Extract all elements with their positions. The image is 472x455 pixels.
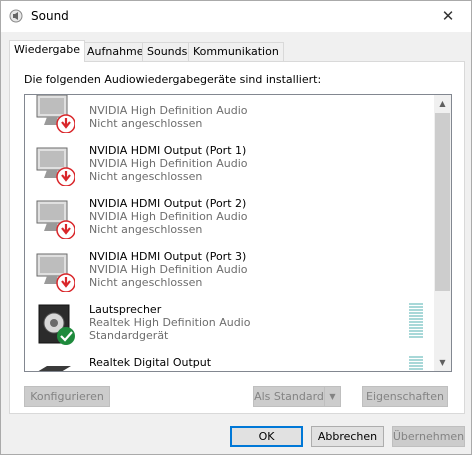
device-driver: NVIDIA High Definition Audio [89, 104, 248, 117]
properties-button-label: Eigenschaften [366, 390, 444, 403]
device-item[interactable]: NVIDIA HDMI Output (Port 1) NVIDIA High D… [25, 138, 435, 191]
sound-app-icon [9, 9, 23, 23]
scroll-up-arrow-icon[interactable]: ▲ [434, 95, 451, 112]
configure-button[interactable]: Konfigurieren [24, 386, 110, 407]
level-segment [409, 356, 423, 358]
title-bar[interactable]: Sound ✕ [1, 1, 471, 32]
apply-button[interactable]: Übernehmen [392, 426, 465, 447]
device-name: NVIDIA HDMI Output (Port 2) [89, 197, 247, 210]
device-list-scrollbar[interactable]: ▲ ▼ [434, 95, 451, 371]
sound-dialog: Sound ✕ Wiedergabe Aufnahme Sounds Kommu… [0, 0, 472, 455]
level-segment [409, 309, 423, 311]
tab-label: Sounds [147, 45, 188, 58]
monitor-icon [36, 147, 75, 186]
close-icon: ✕ [441, 7, 455, 25]
properties-button[interactable]: Eigenschaften [362, 386, 448, 407]
device-item[interactable]: Realtek Digital OutputRealtek High Defin… [25, 350, 435, 372]
device-name: NVIDIA HDMI Output (Port 3) [89, 250, 247, 263]
device-driver: Realtek High Definition Audio [89, 369, 250, 371]
playback-panel: Die folgenden Audiowiedergabegeräte sind… [9, 61, 465, 414]
level-segment [409, 327, 423, 329]
close-button[interactable]: ✕ [425, 1, 471, 31]
level-segment [409, 333, 423, 335]
device-name: NVIDIA HDMI Output (Port 1) [89, 144, 247, 157]
scroll-down-arrow-icon[interactable]: ▼ [434, 354, 451, 371]
level-segment [409, 321, 423, 323]
device-status: Nicht angeschlossen [89, 223, 203, 236]
volume-level-meter [409, 356, 423, 372]
level-segment [409, 359, 423, 361]
level-segment [409, 362, 423, 364]
level-segment [409, 330, 423, 332]
level-segment [409, 318, 423, 320]
set-default-label: Als Standard [254, 390, 324, 403]
apply-button-label: Übernehmen [392, 430, 465, 443]
monitor-icon [36, 253, 75, 292]
tab-label: Kommunikation [193, 45, 279, 58]
volume-level-meter [409, 303, 423, 343]
level-segment [409, 312, 423, 314]
chevron-down-icon[interactable]: ▼ [324, 387, 340, 406]
device-driver: Realtek High Definition Audio [89, 316, 251, 329]
level-segment [409, 365, 423, 367]
scroll-thumb[interactable] [435, 113, 450, 291]
window-title: Sound [31, 9, 69, 23]
monitor-icon [36, 200, 75, 239]
level-segment [409, 303, 423, 305]
device-item[interactable]: NVIDIA HDMI Output (Port 2) NVIDIA High D… [25, 191, 435, 244]
tab-label: Aufnahme [87, 45, 144, 58]
level-segment [409, 336, 423, 338]
tab-wiedergabe[interactable]: Wiedergabe [9, 40, 86, 62]
tab-sounds[interactable]: Sounds [142, 42, 193, 61]
device-status: Standardgerät [89, 329, 169, 342]
device-status: Nicht angeschlossen [89, 170, 203, 183]
set-default-button[interactable]: Als Standard ▼ [253, 386, 341, 407]
level-segment [409, 315, 423, 317]
digital-output-icon [38, 366, 71, 371]
panel-caption: Die folgenden Audiowiedergabegeräte sind… [24, 73, 322, 86]
device-status: Nicht angeschlossen [89, 117, 203, 130]
configure-button-label: Konfigurieren [30, 390, 104, 403]
level-segment [409, 368, 423, 370]
speaker-icon [38, 304, 75, 345]
monitor-icon [36, 95, 75, 133]
device-list[interactable]: NVIDIA High Definition Audio Nicht angesc… [24, 94, 452, 372]
device-item[interactable]: NVIDIA HDMI Output (Port 3) NVIDIA High D… [25, 244, 435, 297]
device-list-items: NVIDIA High Definition Audio Nicht angesc… [25, 95, 435, 372]
device-status: Nicht angeschlossen [89, 276, 203, 289]
level-segment [409, 324, 423, 326]
ok-button-label: OK [258, 430, 275, 443]
level-segment [409, 371, 423, 372]
tab-aufnahme[interactable]: Aufnahme [82, 42, 149, 61]
cancel-button-label: Abbrechen [317, 430, 378, 443]
device-driver: NVIDIA High Definition Audio [89, 210, 248, 223]
level-segment [409, 306, 423, 308]
cancel-button[interactable]: Abbrechen [311, 426, 384, 447]
device-name: Realtek Digital Output [89, 356, 212, 369]
device-driver: NVIDIA High Definition Audio [89, 157, 248, 170]
device-item[interactable]: NVIDIA High Definition Audio Nicht angesc… [25, 95, 435, 138]
tab-kommunikation[interactable]: Kommunikation [188, 42, 284, 61]
ok-button[interactable]: OK [230, 426, 303, 447]
tab-label: Wiedergabe [14, 43, 81, 56]
device-name: Lautsprecher [89, 303, 162, 316]
device-driver: NVIDIA High Definition Audio [89, 263, 248, 276]
device-item[interactable]: Lautsprecher Realtek High Definition Audi… [25, 297, 435, 350]
